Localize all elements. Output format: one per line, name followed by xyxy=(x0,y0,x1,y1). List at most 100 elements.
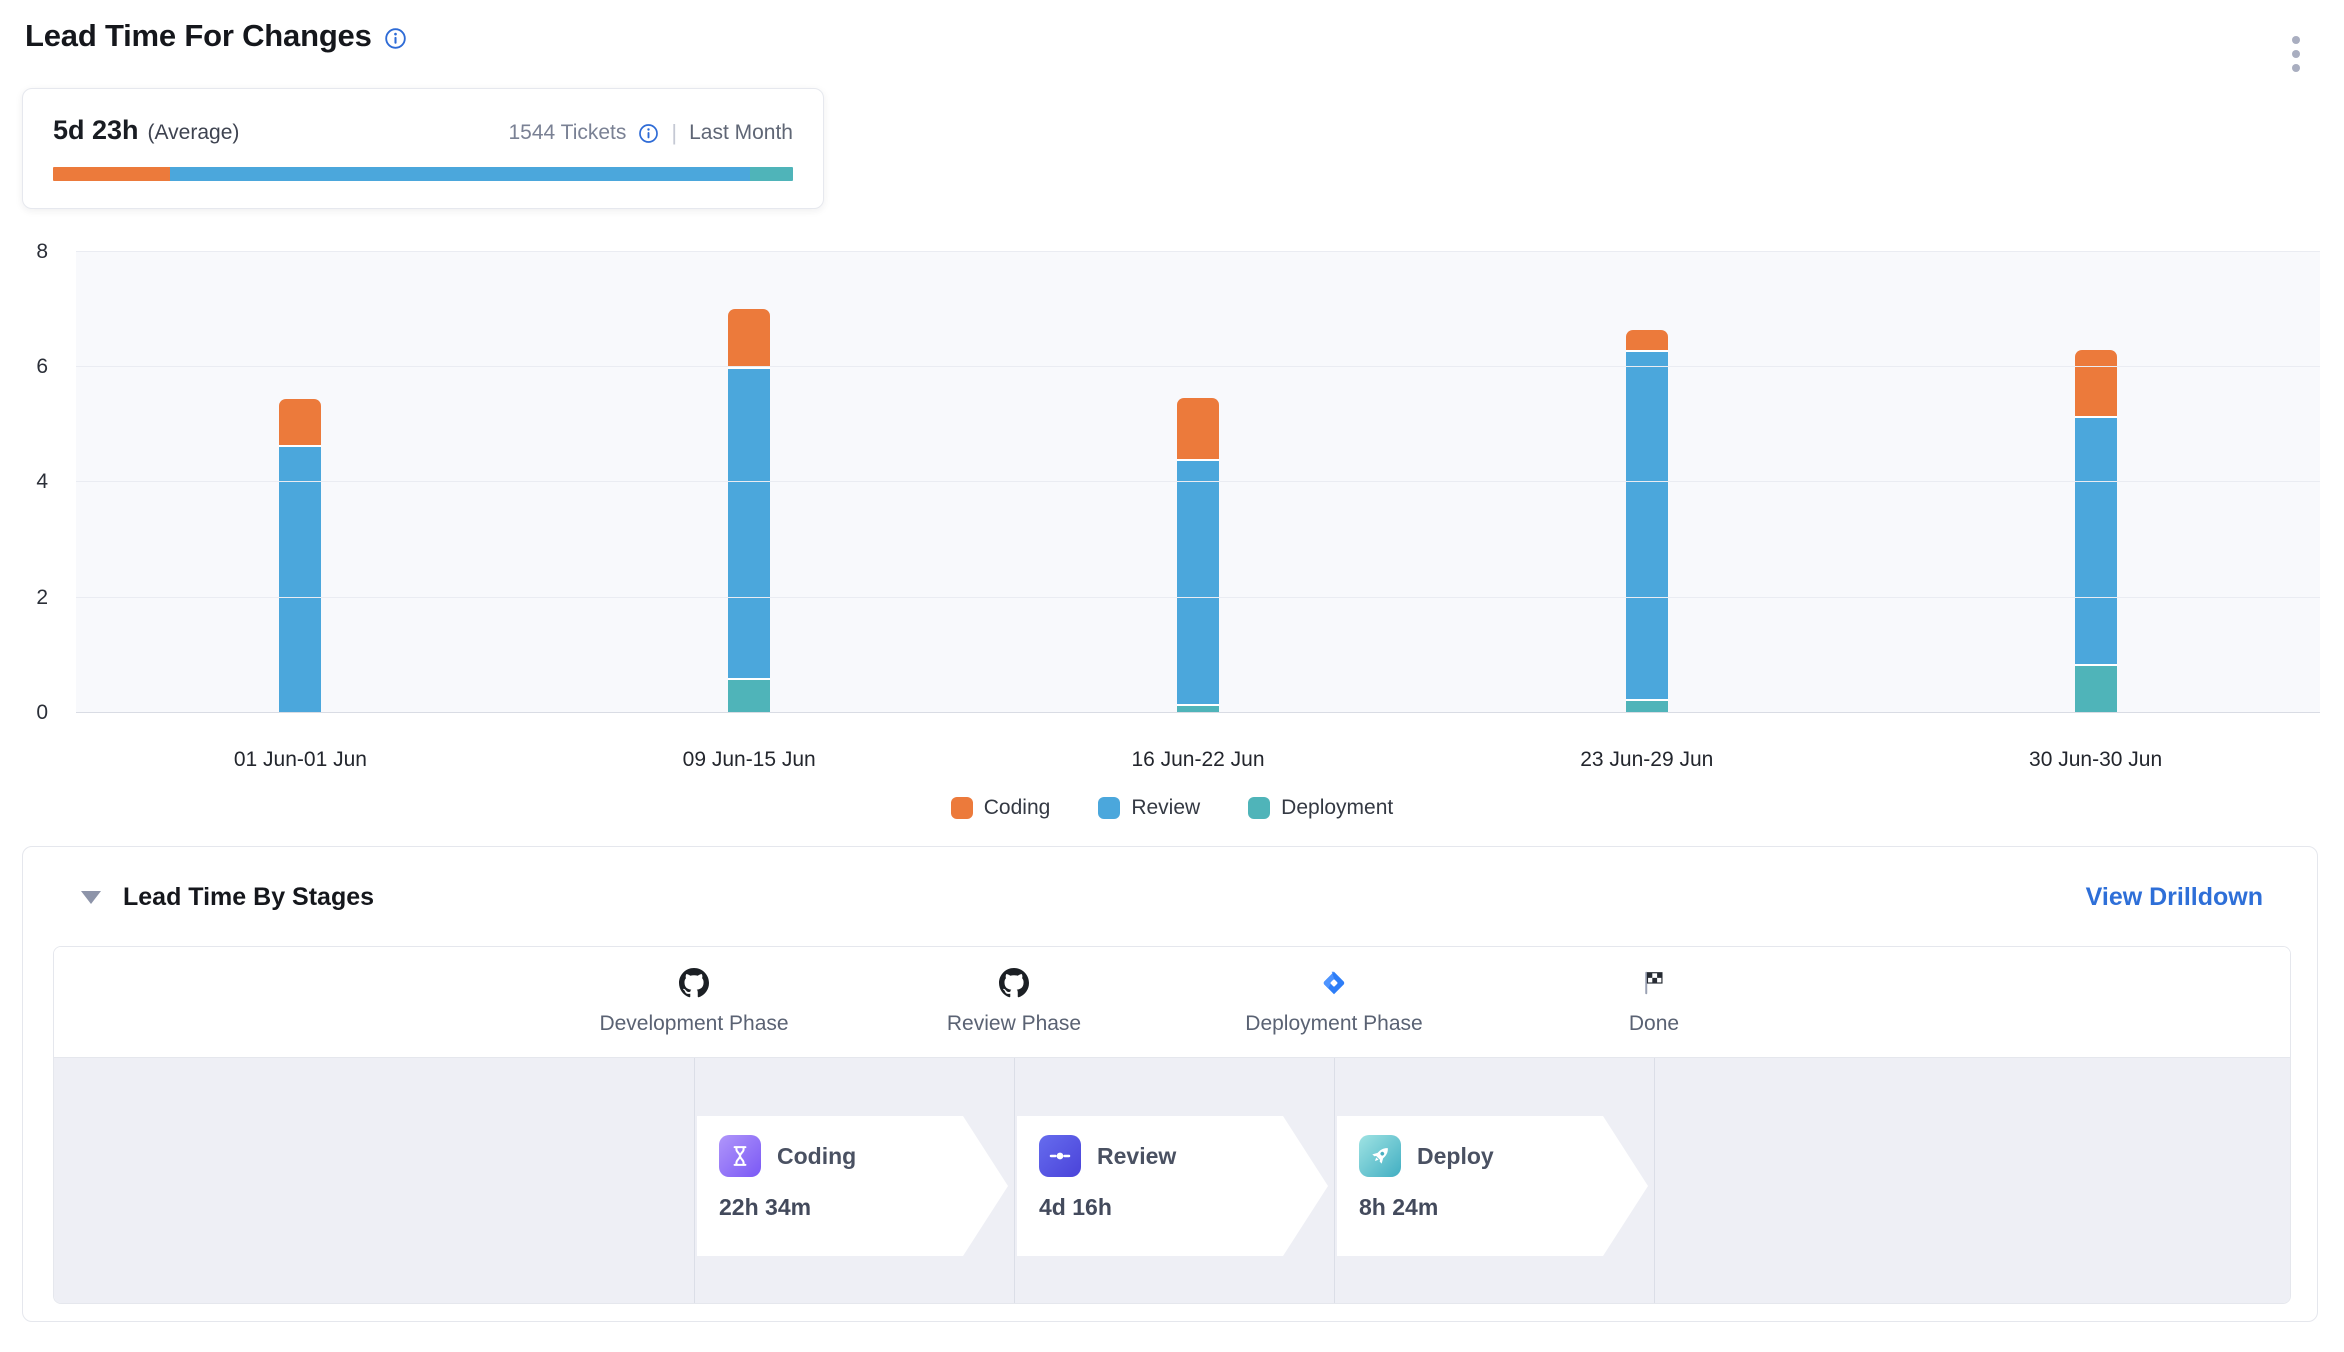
tickets-count: 1544 Tickets xyxy=(508,121,626,145)
stages-table-header: Development PhaseReview PhaseDeployment … xyxy=(54,947,2290,1057)
stage-label: Coding xyxy=(777,1143,856,1170)
column-divider xyxy=(1334,1058,1335,1304)
page-title: Lead Time For Changes xyxy=(25,18,372,54)
legend-swatch xyxy=(951,797,973,819)
commit-icon xyxy=(1039,1135,1081,1177)
lead-time-chart: 0 2 4 6 8 01 Jun-01 Jun09 Jun-15 Jun16 Jun-2… xyxy=(0,240,2344,840)
stages-panel-title: Lead Time By Stages xyxy=(123,883,374,912)
more-menu-icon[interactable] xyxy=(2288,32,2304,76)
lead-time-by-stages-panel: Lead Time By Stages View Drilldown Devel… xyxy=(22,846,2318,1322)
period-label: Last Month xyxy=(689,121,793,145)
stage-duration: 8h 24m xyxy=(1359,1194,1626,1221)
phase-label: Deployment Phase xyxy=(1174,1012,1494,1036)
gridline xyxy=(76,597,2320,598)
gridline xyxy=(76,481,2320,482)
stage-card-coding[interactable]: Coding 22h 34m xyxy=(697,1116,1008,1256)
bar-segment-coding[interactable] xyxy=(279,399,321,445)
gridline xyxy=(76,712,2320,713)
stage-duration: 4d 16h xyxy=(1039,1194,1306,1221)
bar-segment-review[interactable] xyxy=(279,447,321,713)
collapse-caret-icon[interactable] xyxy=(81,891,101,904)
bar-slot xyxy=(1871,252,2320,713)
bar-segment-coding[interactable] xyxy=(1177,398,1219,459)
bar-segment-review[interactable] xyxy=(1177,461,1219,704)
stage-card-deploy[interactable]: Deploy 8h 24m xyxy=(1337,1116,1648,1256)
phase-label: Development Phase xyxy=(534,1012,854,1036)
y-axis: 02468 xyxy=(0,252,60,713)
bar-slot xyxy=(1422,252,1871,713)
tickets-info-icon[interactable] xyxy=(638,123,659,144)
x-tick-label: 30 Jun-30 Jun xyxy=(1871,748,2320,772)
hourglass-icon xyxy=(719,1135,761,1177)
summary-card: 5d 23h (Average) 1544 Tickets | Last Mon… xyxy=(22,88,824,209)
legend-label: Coding xyxy=(984,796,1051,820)
y-tick-label: 0 xyxy=(36,702,48,724)
plot-area xyxy=(76,252,2320,713)
distribution-segment-deployment xyxy=(750,167,793,181)
github-icon xyxy=(534,967,854,999)
phase-label: Review Phase xyxy=(854,1012,1174,1036)
jira-icon xyxy=(1174,967,1494,999)
y-tick-label: 4 xyxy=(36,471,48,493)
bar-segment-review[interactable] xyxy=(2075,418,2117,664)
stage-duration: 22h 34m xyxy=(719,1194,986,1221)
stacked-bar-01-jun-01-jun[interactable] xyxy=(279,399,321,713)
bar-slot xyxy=(974,252,1423,713)
phase-label: Done xyxy=(1494,1012,1814,1036)
y-tick-label: 2 xyxy=(36,587,48,609)
stacked-bar-09-jun-15-jun[interactable] xyxy=(728,309,770,713)
legend-item-deployment[interactable]: Deployment xyxy=(1248,796,1393,820)
y-tick-label: 6 xyxy=(36,356,48,378)
column-divider xyxy=(1654,1058,1655,1304)
stages-panel-header: Lead Time By Stages View Drilldown xyxy=(23,847,2317,912)
separator: | xyxy=(671,120,677,146)
stage-label: Deploy xyxy=(1417,1143,1494,1170)
stages-table-body: Coding 22h 34m Review 4d 16h Deploy 8h 24m xyxy=(54,1057,2290,1304)
rocket-icon xyxy=(1359,1135,1401,1177)
page-header: Lead Time For Changes xyxy=(25,18,407,54)
distribution-segment-coding xyxy=(53,167,170,181)
bar-slot xyxy=(76,252,525,713)
chart-legend: Coding Review Deployment xyxy=(0,796,2344,820)
phase-column-review-phase: Review Phase xyxy=(854,967,1174,1036)
x-tick-label: 09 Jun-15 Jun xyxy=(525,748,974,772)
stage-card-review[interactable]: Review 4d 16h xyxy=(1017,1116,1328,1256)
stacked-bar-16-jun-22-jun[interactable] xyxy=(1177,398,1219,713)
column-divider xyxy=(694,1058,695,1304)
title-info-icon[interactable] xyxy=(384,27,407,50)
bar-segment-review[interactable] xyxy=(1626,352,1668,699)
gridline xyxy=(76,251,2320,252)
bar-segment-deployment[interactable] xyxy=(2075,666,2117,713)
bar-segment-coding[interactable] xyxy=(728,309,770,367)
phase-column-development-phase: Development Phase xyxy=(534,967,854,1036)
bar-segment-coding[interactable] xyxy=(1626,330,1668,350)
stacked-bar-23-jun-29-jun[interactable] xyxy=(1626,330,1668,713)
legend-item-review[interactable]: Review xyxy=(1098,796,1200,820)
x-tick-label: 23 Jun-29 Jun xyxy=(1422,748,1871,772)
x-axis: 01 Jun-01 Jun09 Jun-15 Jun16 Jun-22 Jun2… xyxy=(76,748,2320,772)
legend-item-coding[interactable]: Coding xyxy=(951,796,1051,820)
legend-label: Deployment xyxy=(1281,796,1393,820)
stage-distribution-bar xyxy=(53,167,793,181)
stage-label: Review xyxy=(1097,1143,1176,1170)
gridline xyxy=(76,366,2320,367)
bar-segment-review[interactable] xyxy=(728,369,770,678)
x-tick-label: 16 Jun-22 Jun xyxy=(974,748,1423,772)
average-value: 5d 23h xyxy=(53,115,139,146)
legend-label: Review xyxy=(1131,796,1200,820)
distribution-segment-review xyxy=(170,167,750,181)
legend-swatch xyxy=(1248,797,1270,819)
stages-table: Development PhaseReview PhaseDeployment … xyxy=(53,946,2291,1304)
phase-column-deployment-phase: Deployment Phase xyxy=(1174,967,1494,1036)
column-divider xyxy=(1014,1058,1015,1304)
bar-segment-deployment[interactable] xyxy=(728,680,770,713)
github-icon xyxy=(854,967,1174,999)
y-tick-label: 8 xyxy=(36,241,48,263)
phase-column-done: Done xyxy=(1494,967,1814,1036)
legend-swatch xyxy=(1098,797,1120,819)
bar-segment-coding[interactable] xyxy=(2075,350,2117,416)
bar-slot xyxy=(525,252,974,713)
view-drilldown-link[interactable]: View Drilldown xyxy=(2086,883,2263,912)
stacked-bar-30-jun-30-jun[interactable] xyxy=(2075,350,2117,713)
average-label: (Average) xyxy=(148,121,240,145)
